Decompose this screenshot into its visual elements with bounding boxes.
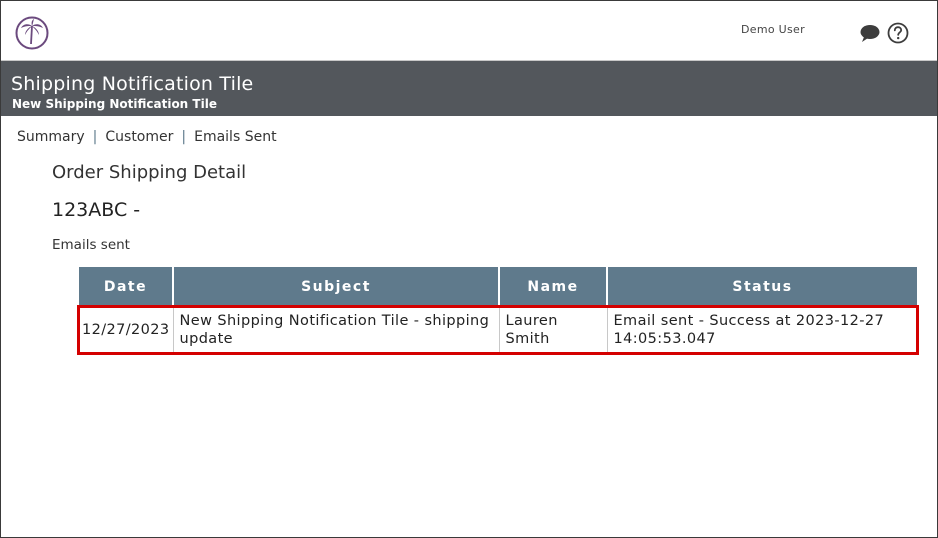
cell-name: Lauren Smith [499,307,608,353]
cell-subject: New Shipping Notification Tile - shippin… [173,307,500,353]
tab-summary[interactable]: Summary [17,129,85,145]
table-header-row: Date Subject Name Status [79,267,917,307]
page-title: Shipping Notification Tile [11,73,254,95]
order-id: 123ABC - [52,199,141,221]
cell-date: 12/27/2023 [79,307,174,353]
tab-separator: | [92,129,98,145]
table-row[interactable]: 12/27/2023 New Shipping Notification Til… [77,305,919,355]
chat-bubble-icon[interactable] [859,23,881,43]
app-window: Demo User Shipping Notification Tile New… [0,0,938,538]
title-band: Shipping Notification Tile New Shipping … [1,61,937,116]
tab-emails-sent[interactable]: Emails Sent [194,129,276,145]
column-header-date[interactable]: Date [79,267,174,307]
tab-customer[interactable]: Customer [105,129,173,145]
column-header-name[interactable]: Name [499,267,608,307]
column-header-status[interactable]: Status [607,267,917,307]
user-name[interactable]: Demo User [741,23,805,36]
emails-table-container: Date Subject Name Status 12/27/2023 New … [77,267,919,355]
tab-nav: Summary | Customer | Emails Sent [17,129,277,145]
cell-status: Email sent - Success at 2023-12-27 14:05… [613,313,885,347]
tab-separator: | [181,129,187,145]
palm-tree-logo-icon[interactable] [15,16,49,50]
column-header-subject[interactable]: Subject [173,267,500,307]
emails-table: Date Subject Name Status 12/27/2023 New … [77,267,919,355]
emails-sent-label: Emails sent [52,237,130,253]
section-title: Order Shipping Detail [52,162,247,183]
help-circle-icon[interactable] [887,22,909,44]
page-subtitle: New Shipping Notification Tile [12,97,217,111]
top-bar: Demo User [1,1,937,61]
